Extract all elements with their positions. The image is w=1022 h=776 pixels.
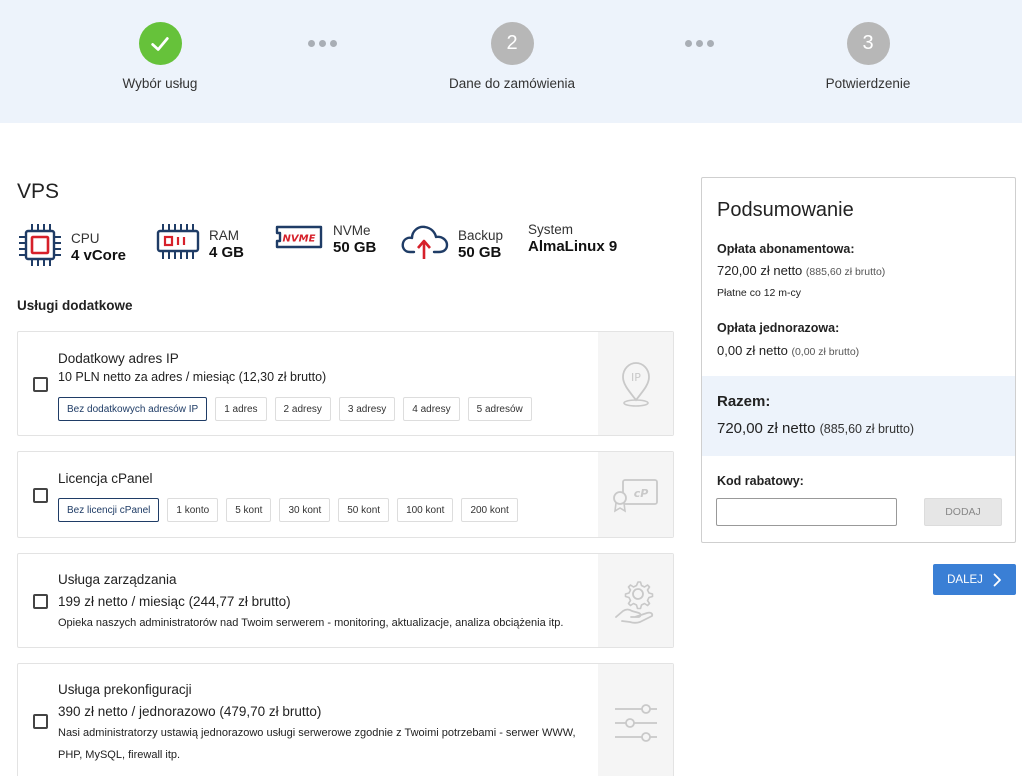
total-gross: (885,60 zł brutto) bbox=[819, 422, 915, 436]
spec-nvme: NVME NVMe 50 GB bbox=[273, 222, 376, 257]
onetime-net: 0,00 zł netto bbox=[717, 343, 788, 358]
addon-cpanel-card: Licencja cPanel Bez licencji cPanel 1 ko… bbox=[17, 451, 674, 538]
addon-name: Licencja cPanel bbox=[58, 471, 153, 486]
spec-value: 50 GB bbox=[458, 243, 502, 261]
check-icon bbox=[138, 22, 182, 65]
addon-price: 199 zł netto / miesiąc (244,77 zł brutto… bbox=[58, 594, 291, 609]
option-30-accounts[interactable]: 30 kont bbox=[279, 498, 331, 522]
product-title: VPS bbox=[17, 180, 60, 203]
spec-value: AlmaLinux 9 bbox=[528, 238, 618, 255]
step-separator bbox=[685, 40, 714, 47]
spec-key: Backup bbox=[458, 227, 504, 243]
option-100-accounts[interactable]: 100 kont bbox=[397, 498, 454, 522]
spec-backup: Backup 50 GB bbox=[400, 222, 503, 267]
total-net: 720,00 zł netto bbox=[717, 420, 816, 437]
extras-heading: Usługi dodatkowe bbox=[17, 298, 133, 313]
addon-price: 390 zł netto / jednorazowo (479,70 zł br… bbox=[58, 704, 322, 719]
spec-key: RAM bbox=[209, 227, 239, 243]
subscription-gross: (885,60 zł brutto) bbox=[805, 266, 886, 278]
cpanel-icon-text: cP bbox=[633, 487, 648, 500]
spec-system: System AlmaLinux 9 bbox=[528, 222, 617, 256]
option-5-ip[interactable]: 5 adresów bbox=[467, 397, 532, 421]
next-button-label: DALEJ bbox=[947, 573, 983, 586]
onetime-amount: 0,00 zł netto (0,00 zł brutto) bbox=[717, 343, 859, 358]
addon-management-checkbox[interactable] bbox=[33, 594, 48, 609]
total-amount: 720,00 zł netto (885,60 zł brutto) bbox=[717, 420, 914, 437]
spec-value: 4 GB bbox=[209, 243, 245, 261]
option-1-account[interactable]: 1 konto bbox=[167, 498, 219, 522]
spec-cpu: CPU 4 vCore bbox=[17, 222, 126, 273]
subscription-note: Płatne co 12 m-cy bbox=[717, 287, 802, 299]
progress-stepper: Wybór usług 2 Dane do zamówienia 3 Potwi… bbox=[0, 0, 1022, 123]
spec-value: 4 vCore bbox=[71, 246, 127, 264]
cpu-icon bbox=[17, 222, 63, 273]
addon-name: Usługa zarządzania bbox=[58, 572, 177, 587]
spec-value: 50 GB bbox=[333, 238, 377, 256]
addon-name: Usługa prekonfiguracji bbox=[58, 682, 192, 697]
next-button[interactable]: DALEJ bbox=[933, 564, 1016, 595]
addon-cpanel-checkbox[interactable] bbox=[33, 488, 48, 503]
discount-add-button[interactable]: DODAJ bbox=[924, 498, 1002, 526]
step-label: Dane do zamówienia bbox=[448, 76, 576, 91]
addon-description: Nasi administratorzy ustawią jednorazowo… bbox=[58, 727, 576, 761]
addon-ip-checkbox[interactable] bbox=[33, 377, 48, 392]
total-box: Razem: 720,00 zł netto (885,60 zł brutto… bbox=[702, 376, 1015, 456]
addon-management-card: Usługa zarządzania 199 zł netto / miesią… bbox=[17, 553, 674, 648]
total-label: Razem: bbox=[717, 393, 771, 410]
onetime-label: Opłata jednorazowa: bbox=[717, 321, 840, 335]
addon-preconfig-card: Usługa prekonfiguracji 390 zł netto / je… bbox=[17, 663, 674, 776]
subscription-net: 720,00 zł netto bbox=[717, 263, 803, 278]
option-5-accounts[interactable]: 5 kont bbox=[226, 498, 272, 522]
step-number: 2 bbox=[490, 22, 534, 65]
addon-icon-panel bbox=[598, 554, 673, 647]
gear-hand-icon bbox=[614, 580, 653, 624]
option-3-ip[interactable]: 3 adresy bbox=[338, 397, 396, 421]
option-200-accounts[interactable]: 200 kont bbox=[461, 498, 518, 522]
addon-price: 10 PLN netto za adres / miesiąc (12,30 z… bbox=[58, 370, 327, 384]
chevron-right-icon bbox=[993, 573, 1001, 586]
step-service-selection: Wybór usług bbox=[70, 22, 250, 91]
step-number: 3 bbox=[846, 22, 890, 65]
ip-options: Bez dodatkowych adresów IP 1 adres 2 adr… bbox=[58, 397, 532, 421]
sliders-icon bbox=[614, 704, 657, 742]
addon-icon-panel: IP bbox=[598, 332, 673, 435]
addon-name: Dodatkowy adres IP bbox=[58, 351, 179, 366]
addon-preconfig-checkbox[interactable] bbox=[33, 714, 48, 729]
cpanel-options: Bez licencji cPanel 1 konto 5 kont 30 ko… bbox=[58, 498, 518, 522]
step-label: Potwierdzenie bbox=[825, 76, 911, 91]
order-summary: Podsumowanie Opłata abonamentowa: 720,00… bbox=[701, 177, 1016, 543]
svg-text:NVME: NVME bbox=[283, 234, 316, 245]
subscription-amount: 720,00 zł netto (885,60 zł brutto) bbox=[717, 263, 885, 278]
addon-description: Opieka naszych administratorów nad Twoim… bbox=[58, 617, 564, 629]
step-separator bbox=[308, 40, 337, 47]
option-50-accounts[interactable]: 50 kont bbox=[338, 498, 390, 522]
addon-icon-panel: cP bbox=[598, 452, 673, 537]
option-2-ip[interactable]: 2 adresy bbox=[274, 397, 331, 421]
spec-key: NVMe bbox=[333, 222, 371, 238]
ip-location-icon: IP bbox=[621, 361, 650, 407]
discount-code-input[interactable] bbox=[716, 498, 897, 526]
step-label: Wybór usług bbox=[122, 76, 198, 91]
spec-key: System bbox=[528, 222, 574, 237]
option-no-ip[interactable]: Bez dodatkowych adresów IP bbox=[58, 397, 208, 421]
cloud-upload-icon bbox=[400, 222, 450, 267]
subscription-label: Opłata abonamentowa: bbox=[717, 242, 855, 256]
spec-ram: RAM 4 GB bbox=[155, 222, 244, 267]
step-order-details: 2 Dane do zamówienia bbox=[422, 22, 602, 91]
spec-key: CPU bbox=[71, 230, 100, 246]
option-4-ip[interactable]: 4 adresy bbox=[403, 397, 460, 421]
nvme-icon: NVME bbox=[273, 222, 325, 257]
onetime-gross: (0,00 zł brutto) bbox=[791, 346, 860, 358]
option-no-cpanel[interactable]: Bez licencji cPanel bbox=[58, 498, 160, 522]
addon-ip-card: Dodatkowy adres IP 10 PLN netto za adres… bbox=[17, 331, 674, 436]
addon-icon-panel bbox=[598, 664, 673, 776]
ip-icon-text: IP bbox=[631, 371, 641, 384]
discount-code-label: Kod rabatowy: bbox=[717, 474, 804, 488]
option-1-ip[interactable]: 1 adres bbox=[215, 397, 267, 421]
ram-icon bbox=[155, 222, 201, 267]
summary-title: Podsumowanie bbox=[717, 199, 854, 221]
cpanel-license-icon: cP bbox=[612, 478, 658, 513]
step-confirmation: 3 Potwierdzenie bbox=[778, 22, 958, 91]
